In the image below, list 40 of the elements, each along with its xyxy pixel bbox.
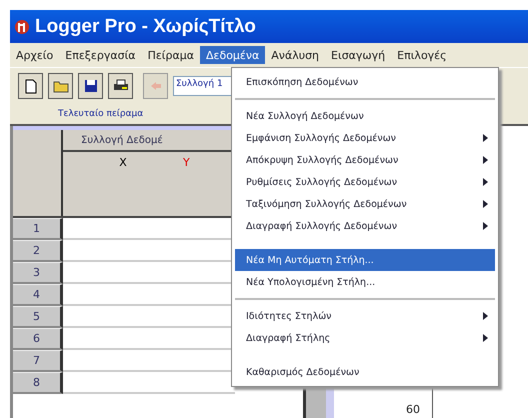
window-title: Logger Pro - ΧωρίςΤίτλο [35, 16, 256, 38]
toolbar-button[interactable] [78, 73, 103, 99]
menu-entry[interactable]: Εμφάνιση Συλλογής Δεδομένων [232, 127, 498, 149]
menu-entry[interactable]: Καθαρισμός Δεδομένων [232, 361, 498, 383]
axis-label: 60 [406, 403, 420, 418]
menu-entry[interactable]: Διαγραφή Στήλης [232, 327, 498, 349]
run-label: Τελευταίο πείραμα [58, 109, 144, 119]
row-number: 7 [13, 350, 63, 372]
toolbar-button[interactable] [18, 73, 43, 99]
menu-entry[interactable]: Ιδιότητες Στηλών [232, 305, 498, 327]
menu-entry[interactable]: Νέα Υπολογισμένη Στήλη... [232, 271, 498, 293]
menu-item[interactable]: Αρχείο [10, 46, 60, 64]
save-icon [84, 79, 98, 93]
printer-icon [112, 79, 128, 93]
menu-entry[interactable]: Νέα Συλλογή Δεδομένων [232, 105, 498, 127]
menu-item[interactable]: Εισαγωγή [325, 46, 392, 64]
row-number: 8 [13, 372, 63, 394]
menu-entry[interactable]: Νέα Μη Αυτόματη Στήλη... [235, 249, 495, 271]
column-header: X [118, 156, 128, 169]
column-header: Y [183, 156, 190, 169]
menu-item[interactable]: Επιλογές [391, 46, 453, 64]
row-number: 6 [13, 328, 63, 350]
menu-entry[interactable]: Ρυθμίσεις Συλλογής Δεδομένων [232, 171, 498, 193]
menu-entry[interactable]: Ταξινόμηση Συλλογής Δεδομένων [232, 193, 498, 215]
arrow-left-icon [150, 81, 162, 91]
menu-entry[interactable]: Απόκρυψη Συλλογής Δεδομένων [232, 149, 498, 171]
folder-icon [52, 80, 68, 92]
menu-item[interactable]: Δεδομένα [200, 46, 266, 64]
app-logo-icon [14, 18, 30, 34]
row-number: 2 [13, 240, 63, 262]
row-number: 1 [13, 218, 63, 240]
row-number: 3 [13, 262, 63, 284]
menu-item[interactable]: Ανάλυση [265, 46, 326, 64]
menu-item[interactable]: Πείραμα [142, 46, 200, 64]
menu-item[interactable]: Επεξεργασία [59, 46, 142, 64]
row-number: 4 [13, 284, 63, 306]
new-file-icon [24, 78, 38, 94]
row-number: 5 [13, 306, 63, 328]
menu-entry[interactable]: Διαγραφή Συλλογής Δεδομένων [232, 215, 498, 237]
toolbar-button[interactable] [108, 73, 133, 99]
